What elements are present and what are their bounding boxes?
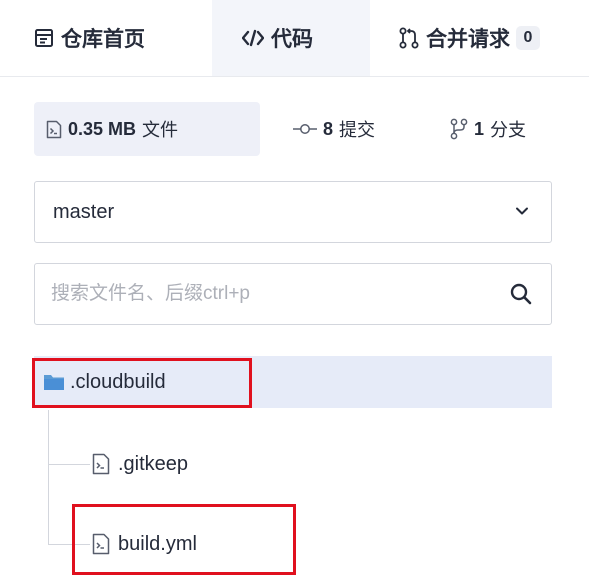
repo-tabs: 仓库首页 代码 合并请求 0 <box>0 0 589 77</box>
file-search-box <box>34 263 552 325</box>
branch-select-value: master <box>53 200 115 223</box>
repo-home-icon <box>34 28 54 48</box>
tree-connector-line <box>48 410 49 545</box>
tab-code-label: 代码 <box>271 28 313 51</box>
repo-size-label: 文件 <box>142 120 179 140</box>
branches-stat[interactable]: 1 分支 <box>450 102 526 156</box>
tree-file-build-yml[interactable]: build.yml <box>92 524 197 564</box>
branch-select[interactable]: master <box>34 181 552 243</box>
commit-icon <box>293 122 317 136</box>
file-size-icon <box>46 120 62 139</box>
tree-folder-label: .cloudbuild <box>70 370 166 393</box>
tab-repo-home-label: 仓库首页 <box>61 28 145 51</box>
tree-file-label: build.yml <box>118 532 197 555</box>
tree-file-label: .gitkeep <box>118 452 189 475</box>
tree-connector-branch <box>48 464 90 465</box>
file-icon <box>92 453 110 475</box>
tree-connector-branch <box>48 544 90 545</box>
merge-request-icon <box>399 27 419 49</box>
tree-file-gitkeep[interactable]: .gitkeep <box>92 444 188 484</box>
tab-merge-requests[interactable]: 合并请求 0 <box>399 0 540 76</box>
tree-folder-cloudbuild[interactable]: .cloudbuild <box>34 356 552 408</box>
tab-merge-requests-label: 合并请求 <box>426 28 510 51</box>
commits-value: 8 <box>323 118 334 139</box>
folder-icon <box>43 373 65 391</box>
file-search-input[interactable] <box>35 263 493 325</box>
code-icon <box>242 28 264 48</box>
branches-label: 分支 <box>490 120 527 140</box>
search-icon[interactable] <box>509 282 533 306</box>
repo-size-value: 0.35 MB <box>68 118 137 139</box>
branch-icon <box>450 118 468 140</box>
tab-code[interactable]: 代码 <box>212 0 370 76</box>
merge-request-count-badge: 0 <box>516 26 540 50</box>
chevron-down-icon <box>515 204 529 218</box>
tab-repo-home[interactable]: 仓库首页 <box>34 0 145 76</box>
commits-stat[interactable]: 8 提交 <box>293 102 375 156</box>
branches-value: 1 <box>474 118 485 139</box>
repo-size-stat[interactable]: 0.35 MB 文件 <box>34 102 260 156</box>
file-icon <box>92 533 110 555</box>
commits-label: 提交 <box>339 120 376 140</box>
